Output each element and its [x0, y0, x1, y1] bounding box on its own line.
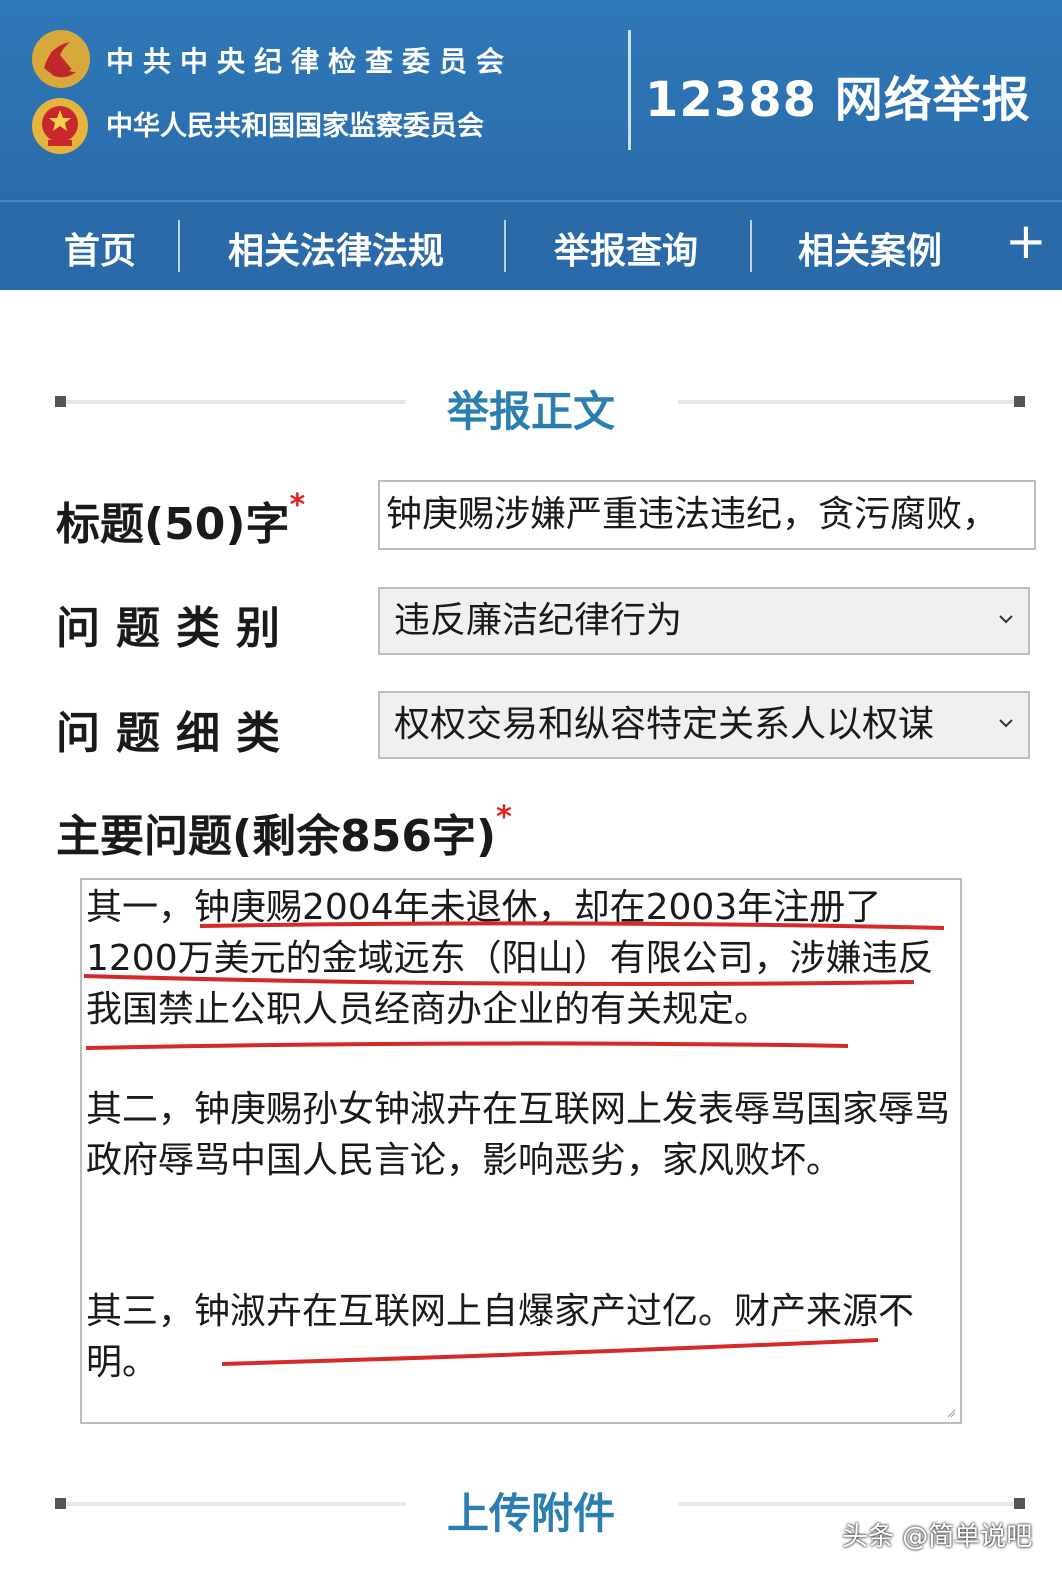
section-title-report-body: 举报正文	[446, 387, 615, 436]
org-name-ccdi: 中共中央纪律检查委员会	[106, 45, 514, 78]
site-title: 12388 网络举报	[645, 72, 1031, 128]
nav-item-home[interactable]: 首页	[64, 222, 136, 274]
title-field-label: 标题(50)字*	[56, 488, 305, 552]
chevron-down-icon	[999, 615, 1013, 624]
source-watermark: 头条 @简单说吧	[842, 1522, 1033, 1552]
subcategory-select[interactable]: 权权交易和纵容特定关系人以权谋	[378, 691, 1030, 759]
category-selected-value: 违反廉洁纪律行为	[394, 600, 683, 641]
nav-separator	[178, 220, 180, 272]
national-emblem-icon	[32, 98, 88, 154]
site-header: 中共中央纪律检查委员会 中华人民共和国国家监察委员会 12388 网络举报	[0, 0, 1062, 200]
main-issue-label-text: 主要问题(剩余856字)	[56, 811, 497, 862]
red-underline	[85, 1041, 849, 1050]
section-rule	[678, 1502, 1014, 1506]
resize-handle-icon[interactable]	[946, 1408, 956, 1418]
red-underline	[83, 974, 915, 986]
section-rule	[678, 400, 1014, 404]
section-rule-dot	[1014, 1498, 1025, 1509]
red-underline-annotations	[83, 921, 945, 1366]
required-mark: *	[496, 800, 512, 835]
title-label-text: 标题(50)字	[56, 499, 290, 550]
nav-separator	[504, 220, 506, 272]
category-label: 问题类别	[56, 603, 296, 654]
subcategory-label: 问题细类	[56, 708, 296, 759]
chevron-down-icon	[999, 719, 1013, 728]
red-underline	[199, 921, 945, 930]
section-rule-dot	[1014, 396, 1025, 407]
nav-separator	[750, 220, 752, 272]
subcategory-selected-value: 权权交易和纵容特定关系人以权谋	[394, 704, 935, 745]
main-issue-textarea[interactable]: 其一，钟庚赐2004年未退休，却在2003年注册了1200万美元的金域远东（阳山…	[80, 878, 962, 1424]
org-name-nsc: 中华人民共和国国家监察委员会	[106, 111, 484, 142]
category-select[interactable]: 违反廉洁纪律行为	[378, 587, 1030, 655]
main-nav: 首页 相关法律法规 举报查询 相关案例 +	[0, 200, 1062, 290]
nav-item-laws[interactable]: 相关法律法规	[228, 222, 444, 274]
nav-item-query[interactable]: 举报查询	[554, 222, 698, 274]
party-emblem-icon	[32, 30, 90, 88]
nav-item-cases[interactable]: 相关案例	[798, 222, 942, 274]
header-divider	[628, 30, 631, 150]
required-mark: *	[289, 488, 306, 523]
plus-icon[interactable]: +	[1005, 212, 1047, 270]
title-input[interactable]: 钟庚赐涉嫌严重违法违纪，贪污腐败，	[378, 480, 1036, 550]
main-issue-label: 主要问题(剩余856字)*	[56, 800, 512, 864]
red-underline	[221, 1338, 879, 1366]
